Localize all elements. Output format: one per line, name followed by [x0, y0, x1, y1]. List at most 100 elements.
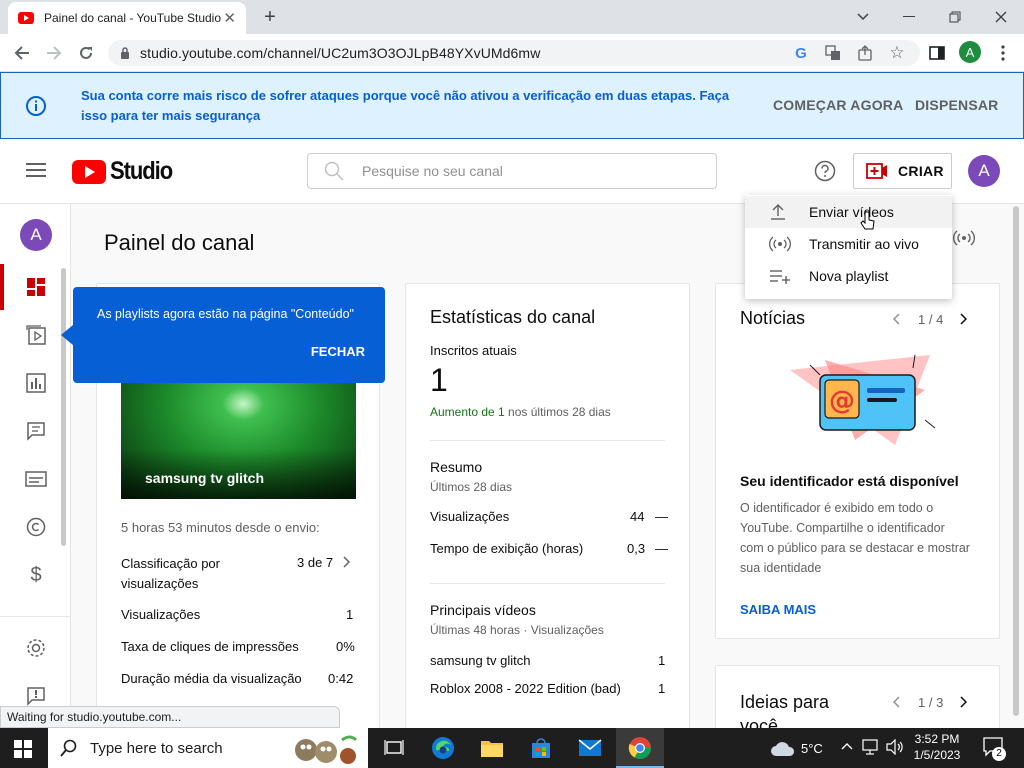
sidebar-scrollbar[interactable]	[61, 268, 66, 546]
go-live-item[interactable]: Transmitir ao vivo	[745, 228, 952, 260]
summary-trend: —	[655, 541, 668, 556]
active-indicator	[0, 264, 4, 310]
network-icon[interactable]	[862, 739, 880, 755]
browser-menu-icon[interactable]	[992, 42, 1014, 64]
ideas-pager: 1 / 3	[918, 695, 944, 710]
reload-icon[interactable]	[74, 42, 98, 64]
metric-label: Duração média da visualização	[121, 671, 302, 686]
chevron-right-icon[interactable]	[959, 696, 967, 708]
side-panel-icon[interactable]	[926, 42, 948, 64]
news-title: Notícias	[740, 308, 806, 328]
page-scrollbar[interactable]	[1013, 206, 1019, 716]
summary-period: Últimos 28 dias	[430, 480, 513, 494]
dismiss-button[interactable]: DISPENSAR	[915, 97, 998, 113]
hamburger-menu-icon[interactable]	[26, 162, 46, 178]
close-tab-icon[interactable]: ✕	[223, 9, 236, 27]
channel-avatar[interactable]: A	[20, 219, 52, 251]
tooltip-close-button[interactable]: FECHAR	[311, 344, 365, 359]
new-playlist-item[interactable]: Nova playlist	[745, 260, 952, 292]
back-arrow-icon[interactable]	[10, 42, 34, 64]
summary-label: Tempo de exibição (horas)	[430, 541, 584, 556]
playlist-add-icon	[770, 270, 790, 284]
minimize-button[interactable]	[886, 4, 932, 30]
metric-value: 3 de 7	[297, 555, 334, 570]
taskbar-clock[interactable]: 3:52 PM 1/5/2023	[911, 731, 963, 763]
mouse-cursor-icon	[860, 211, 876, 231]
video-thumbnail[interactable]: samsung tv glitch	[121, 380, 356, 499]
lock-icon	[121, 47, 129, 59]
metric-label: Taxa de cliques de impressões	[121, 639, 299, 654]
notification-center-icon[interactable]: 2	[983, 737, 1006, 761]
metric-label: Classificação por visualizações	[121, 556, 220, 591]
info-icon	[26, 96, 46, 116]
youtube-logo-icon	[72, 159, 106, 184]
edge-browser-icon[interactable]	[429, 734, 457, 762]
search-highlight-illustration	[292, 730, 364, 766]
subtitles-icon[interactable]	[22, 465, 50, 493]
browser-profile-avatar[interactable]: A	[959, 41, 981, 63]
metric-label: Visualizações	[121, 607, 201, 622]
restore-button[interactable]	[932, 4, 978, 30]
taskbar-search-box[interactable]: Type here to search	[48, 728, 368, 768]
start-now-button[interactable]: COMEÇAR AGORA	[773, 97, 903, 113]
task-view-icon[interactable]	[380, 734, 408, 762]
monetization-icon[interactable]: $	[22, 561, 50, 589]
mail-icon[interactable]	[576, 734, 604, 762]
learn-more-link[interactable]: SAIBA MAIS	[740, 602, 816, 617]
chrome-taskbar-button[interactable]	[616, 728, 664, 768]
summary-value: 44	[630, 509, 645, 524]
subscribers-count: 1	[430, 362, 448, 398]
news-pager: 1 / 4	[918, 312, 944, 327]
account-avatar[interactable]: A	[968, 155, 1000, 187]
tab-search-icon[interactable]	[840, 4, 886, 30]
chevron-right-icon[interactable]	[959, 313, 967, 325]
thumbnail-title: samsung tv glitch	[145, 470, 265, 486]
taskbar-search-icon	[60, 739, 77, 757]
subscribers-label: Inscritos atuais	[430, 343, 517, 358]
analytics-icon[interactable]	[22, 369, 50, 397]
browser-status-bubble: Waiting for studio.youtube.com...	[0, 706, 340, 728]
windows-start-icon[interactable]	[14, 740, 32, 758]
dashboard-icon[interactable]	[22, 273, 50, 301]
handle-illustration: @	[785, 350, 945, 450]
temperature[interactable]: 5°C	[801, 741, 823, 756]
menu-item-label: Transmitir ao vivo	[809, 236, 919, 252]
studio-logo[interactable]: Studio	[72, 157, 181, 186]
google-icon[interactable]: G	[790, 42, 812, 64]
settings-gear-icon[interactable]	[22, 634, 50, 662]
copyright-icon[interactable]	[22, 513, 50, 541]
chevron-right-icon[interactable]	[342, 556, 350, 568]
tray-chevron-up-icon[interactable]	[841, 742, 853, 750]
metric-value: 0:42	[328, 671, 354, 686]
new-tab-button[interactable]: +	[258, 6, 282, 30]
store-icon[interactable]	[527, 734, 555, 762]
playlists-tooltip: As playlists agora estão na página "Cont…	[61, 287, 385, 383]
top-video-views: 1	[658, 681, 666, 696]
comments-icon[interactable]	[22, 417, 50, 445]
forward-arrow-icon[interactable]	[42, 42, 66, 64]
upload-videos-item[interactable]: Enviar vídeos	[745, 196, 952, 228]
channel-search-box[interactable]: Pesquise no seu canal	[307, 153, 717, 189]
close-window-button[interactable]	[978, 4, 1024, 30]
browser-tab[interactable]: Painel do canal - YouTube Studio ✕	[8, 2, 246, 34]
bookmark-star-icon[interactable]: ☆	[886, 42, 908, 64]
translate-icon[interactable]	[822, 42, 844, 64]
top-videos-title: Principais vídeos	[430, 602, 536, 618]
volume-icon[interactable]	[886, 739, 904, 755]
live-broadcast-icon[interactable]	[952, 228, 976, 248]
subscriber-growth: Aumento de 1 nos últimos 28 dias	[430, 405, 611, 419]
weather-cloud-icon[interactable]	[770, 739, 796, 757]
top-video-title[interactable]: Roblox 2008 - 2022 Edition (bad)	[430, 681, 621, 696]
file-explorer-icon[interactable]	[478, 734, 506, 762]
top-video-title[interactable]: samsung tv glitch	[430, 653, 530, 668]
top-video-views: 1	[658, 653, 666, 668]
chevron-left-icon[interactable]	[893, 313, 901, 325]
share-icon[interactable]	[854, 42, 876, 64]
summary-title: Resumo	[430, 459, 483, 475]
help-icon[interactable]	[814, 160, 836, 182]
chevron-left-icon[interactable]	[893, 696, 901, 708]
content-icon[interactable]	[22, 321, 50, 349]
create-button[interactable]: CRIAR	[853, 153, 952, 189]
menu-item-label: Enviar vídeos	[809, 204, 894, 220]
upload-icon	[771, 204, 785, 220]
